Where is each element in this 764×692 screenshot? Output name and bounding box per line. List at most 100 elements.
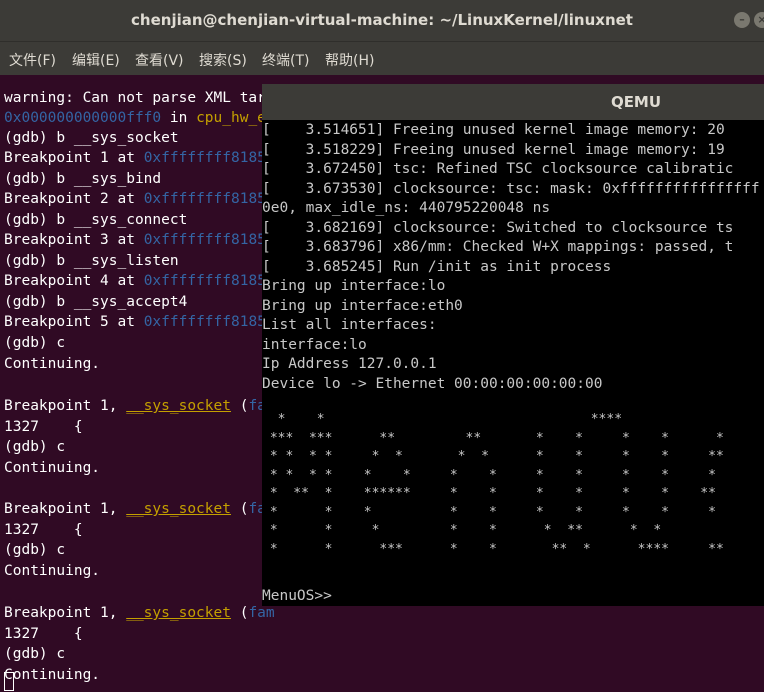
terminal-line-segment: (gdb) c bbox=[4, 335, 66, 351]
terminal-line-segment: 0xffffffff81857 bbox=[143, 191, 275, 207]
ascii-art-line: * * *** * * ** * **** ** bbox=[262, 541, 724, 557]
terminal-line-segment: 0xffffffff81857 bbox=[143, 273, 275, 289]
terminal-line-segment: (gdb) c bbox=[4, 542, 66, 558]
terminal-line-segment: 0xffffffff81857 bbox=[143, 232, 275, 248]
terminal-line-segment: (gdb) b __sys_connect bbox=[4, 212, 188, 228]
terminal-line: (gdb) b __sys_connect bbox=[4, 210, 187, 230]
terminal-line-segment: Breakpoint 1, bbox=[4, 605, 127, 621]
terminal-line: 1327 { bbox=[4, 417, 83, 437]
terminal-line: (gdb) c bbox=[4, 437, 65, 457]
qemu-console-line: interface:lo bbox=[262, 337, 367, 353]
minimize-icon[interactable]: – bbox=[734, 12, 750, 28]
terminal-title-bar: chenjian@chenjian-virtual-machine: ~/Lin… bbox=[0, 0, 764, 41]
terminal-line-segment: (gdb) b __sys_listen bbox=[4, 253, 179, 269]
terminal-line-segment: Continuing. bbox=[4, 460, 101, 476]
terminal-line-segment: (gdb) c bbox=[4, 646, 66, 662]
terminal-line: Breakpoint 1, __sys_socket (fam bbox=[4, 396, 275, 416]
terminal-line-segment: __sys_socket bbox=[126, 398, 231, 414]
ascii-art-line: * * * * * * * * * * * * ** bbox=[262, 449, 724, 464]
terminal-line-segment: (gdb) c bbox=[4, 439, 66, 455]
terminal-line-segment: Breakpoint 2 at bbox=[4, 191, 144, 207]
terminal-line-segment: (gdb) b __sys_socket bbox=[4, 130, 179, 146]
qemu-console-line: Ip Address 127.0.0.1 bbox=[262, 356, 437, 372]
terminal-line: (gdb) b __sys_bind bbox=[4, 169, 161, 189]
terminal-line: Breakpoint 5 at 0xffffffff81857 bbox=[4, 312, 275, 332]
menuos-ascii-art: * * **** *** *** ** ** * * * * * * * * *… bbox=[262, 410, 764, 560]
menu-edit[interactable]: 编辑(E) bbox=[72, 50, 120, 70]
terminal-line-segment: fam bbox=[248, 605, 275, 621]
qemu-console-line: [ 3.518229] Freeing unused kernel image … bbox=[262, 142, 725, 158]
terminal-line-segment: warning: Can not parse XML targ bbox=[4, 90, 275, 106]
terminal-line: Continuing. bbox=[4, 458, 100, 478]
qemu-window[interactable]: QEMU [ 3.514651] Freeing unused kernel i… bbox=[262, 84, 764, 606]
terminal-line-segment: 0xffffffff81857 bbox=[143, 314, 275, 330]
terminal-line-segment: in bbox=[161, 110, 197, 126]
terminal-line: warning: Can not parse XML targ bbox=[4, 88, 275, 108]
terminal-line-segment: Continuing. bbox=[4, 667, 101, 683]
menu-file[interactable]: 文件(F) bbox=[9, 50, 56, 70]
terminal-line-segment: __sys_socket bbox=[126, 605, 231, 621]
terminal-line: 1327 { bbox=[4, 624, 83, 644]
terminal-line: 1327 { bbox=[4, 520, 83, 540]
qemu-console-line: [ 3.673530] clocksource: tsc: mask: 0xff… bbox=[262, 181, 760, 197]
menu-terminal[interactable]: 终端(T) bbox=[262, 50, 309, 70]
ascii-art-line: * ** * ****** * * * * * * ** bbox=[262, 486, 716, 501]
terminal-line-segment: Breakpoint 1, bbox=[4, 398, 127, 414]
ascii-art-line: * * **** bbox=[262, 412, 623, 427]
qemu-console-line: 0e0, max_idle_ns: 440795220048 ns bbox=[262, 200, 551, 216]
terminal-line-segment: __sys_socket bbox=[126, 501, 231, 517]
qemu-console-line: [ 3.685245] Run /init as init process bbox=[262, 259, 612, 275]
qemu-console-line: [ 3.683796] x86/mm: Checked W+X mappings… bbox=[262, 239, 734, 255]
terminal-line: (gdb) b __sys_accept4 bbox=[4, 292, 187, 312]
qemu-title-bar[interactable]: QEMU bbox=[262, 84, 764, 120]
terminal-line-segment: 1327 { bbox=[4, 419, 83, 435]
qemu-console-line: [ 3.682169] clocksource: Switched to clo… bbox=[262, 220, 734, 236]
close-icon[interactable]: × bbox=[754, 12, 764, 28]
terminal-line-segment: ( bbox=[230, 605, 249, 621]
terminal-line-segment: Breakpoint 3 at bbox=[4, 232, 144, 248]
terminal-line-segment: Continuing. bbox=[4, 563, 101, 579]
terminal-line-segment: Breakpoint 1, bbox=[4, 501, 127, 517]
terminal-line: Breakpoint 3 at 0xffffffff81857 bbox=[4, 230, 275, 250]
terminal-line-segment: ( bbox=[230, 398, 249, 414]
terminal-line-segment: (gdb) b __sys_bind bbox=[4, 171, 162, 187]
terminal-line-segment: Breakpoint 4 at bbox=[4, 273, 144, 289]
terminal-cursor bbox=[4, 672, 14, 691]
ascii-art-line: * * * * * * ** * * bbox=[262, 523, 662, 538]
ascii-art-line: * * * * * * * * * * bbox=[262, 504, 716, 520]
terminal-line-segment: (gdb) b __sys_accept4 bbox=[4, 294, 188, 310]
terminal-line: (gdb) c bbox=[4, 644, 65, 664]
terminal-line: (gdb) b __sys_listen bbox=[4, 251, 179, 271]
terminal-line: Breakpoint 1 at 0xffffffff81856 bbox=[4, 148, 275, 168]
terminal-line: Breakpoint 1, __sys_socket (fam bbox=[4, 603, 275, 623]
terminal-line-segment: 1327 { bbox=[4, 522, 83, 538]
terminal-line: Continuing. bbox=[4, 561, 100, 581]
qemu-console-line: List all interfaces: bbox=[262, 317, 437, 333]
ascii-art-line: *** *** ** ** * * * * * bbox=[262, 430, 724, 446]
terminal-line: 0x000000000000fff0 in cpu_hw_ev bbox=[4, 108, 275, 128]
terminal-line-segment: Breakpoint 1 at bbox=[4, 150, 144, 166]
terminal-line: Continuing. bbox=[4, 354, 100, 374]
terminal-line-segment: 0xffffffff81856 bbox=[143, 150, 275, 166]
terminal-line: Breakpoint 4 at 0xffffffff81857 bbox=[4, 271, 275, 291]
menu-view[interactable]: 查看(V) bbox=[135, 50, 184, 70]
qemu-console-line: [ 3.672450] tsc: Refined TSC clocksource… bbox=[262, 161, 734, 177]
qemu-console-line: Bring up interface:lo bbox=[262, 278, 446, 294]
terminal-line: Continuing. bbox=[4, 665, 100, 685]
terminal-line: Breakpoint 2 at 0xffffffff81857 bbox=[4, 189, 275, 209]
terminal-line-segment: ( bbox=[230, 501, 249, 517]
qemu-console-line: [ 3.514651] Freeing unused kernel image … bbox=[262, 122, 725, 138]
window-title: chenjian@chenjian-virtual-machine: ~/Lin… bbox=[131, 11, 633, 29]
menu-bar: 文件(F) 编辑(E) 查看(V) 搜索(S) 终端(T) 帮助(H) bbox=[0, 41, 764, 75]
terminal-line-segment: Continuing. bbox=[4, 356, 101, 372]
terminal-line-segment: 1327 { bbox=[4, 626, 83, 642]
terminal-line: (gdb) b __sys_socket bbox=[4, 128, 179, 148]
qemu-console-line: Bring up interface:eth0 bbox=[262, 298, 463, 314]
menuos-prompt[interactable]: MenuOS>> bbox=[262, 586, 332, 606]
terminal-line-segment: 0x000000000000fff0 bbox=[4, 110, 162, 126]
menu-help[interactable]: 帮助(H) bbox=[325, 50, 374, 70]
menu-search[interactable]: 搜索(S) bbox=[199, 50, 247, 70]
ascii-art-line: * * * * * * * * * * * * * bbox=[262, 467, 716, 483]
qemu-title: QEMU bbox=[610, 93, 662, 111]
terminal-line-segment: Breakpoint 5 at bbox=[4, 314, 144, 330]
